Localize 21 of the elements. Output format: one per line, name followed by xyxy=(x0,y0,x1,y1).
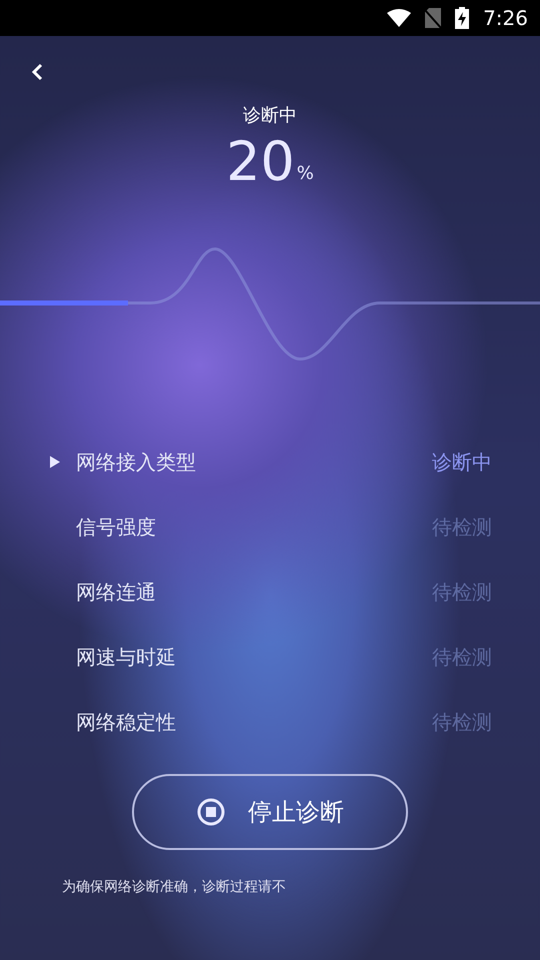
check-status: 待检测 xyxy=(432,514,492,540)
stop-button[interactable]: 停止诊断 xyxy=(132,774,408,850)
check-status: 待检测 xyxy=(432,644,492,670)
check-label: 网速与时延 xyxy=(76,644,177,670)
check-status: 诊断中 xyxy=(432,448,492,476)
check-status: 待检测 xyxy=(432,708,492,736)
check-label: 信号强度 xyxy=(76,514,157,540)
percent-unit: % xyxy=(296,162,314,186)
back-icon[interactable] xyxy=(30,62,44,82)
check-label: 网络稳定性 xyxy=(76,708,177,736)
check-status: 待检测 xyxy=(432,578,492,606)
battery-charging-icon xyxy=(455,7,470,29)
check-label: 网络接入类型 xyxy=(76,448,197,476)
no-sim-icon xyxy=(425,8,442,28)
status-title: 诊断中 xyxy=(243,104,297,128)
stop-icon xyxy=(196,797,226,827)
progress-percent: 20 xyxy=(226,135,295,189)
footer-note: 为确保网络诊断准确，诊断过程请不 xyxy=(62,879,286,895)
wifi-icon xyxy=(387,9,412,27)
status-time: 7:26 xyxy=(483,5,528,32)
check-label: 网络连通 xyxy=(76,578,157,606)
